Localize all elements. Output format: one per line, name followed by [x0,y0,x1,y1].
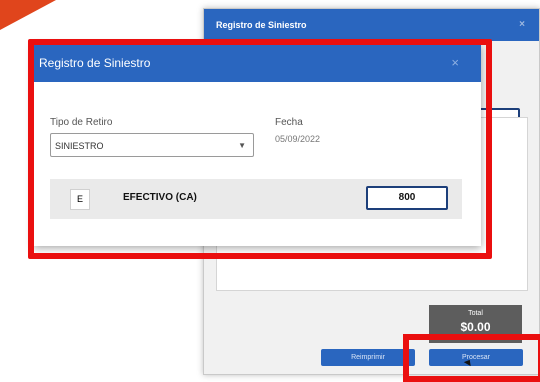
reimprimir-button[interactable]: Reimprimir [321,349,415,366]
procesar-highlight-outline [403,334,540,382]
dialog-highlight-outline [28,39,492,259]
corner-flag [0,0,56,30]
background-modal-title: Registro de Siniestro [216,20,307,30]
total-value: $0.00 [460,320,491,334]
total-label: Total [468,310,483,317]
background-modal-header: Registro de Siniestro × [204,9,539,41]
background-close-icon[interactable]: × [519,9,525,41]
